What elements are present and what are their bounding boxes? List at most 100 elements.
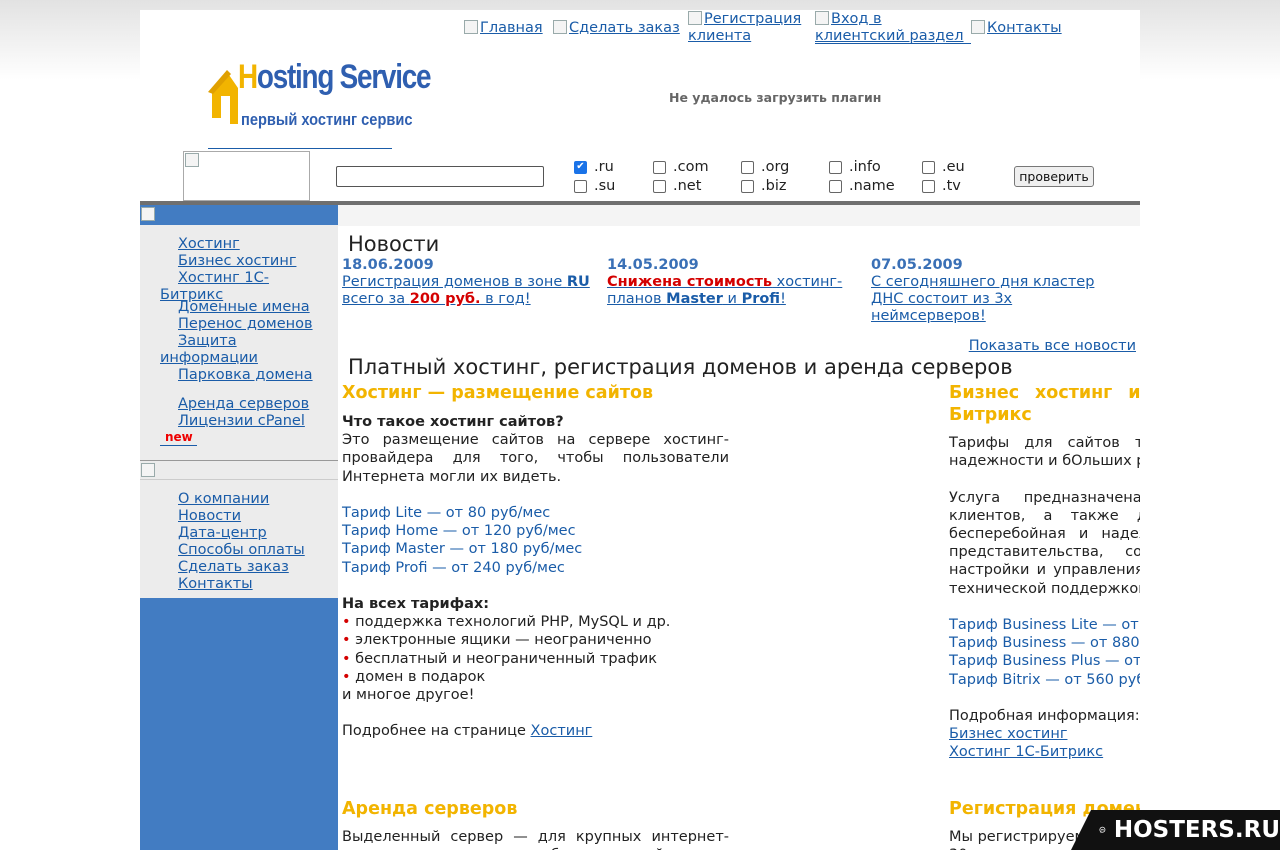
checkbox[interactable] [922,160,935,174]
tariff-line: Тариф Home — от 120 руб/мес [342,523,576,540]
site-logo[interactable]: Hosting Service первый хостинг сервис [208,54,432,149]
hosting-question: Что такое хостинг сайтов? [342,414,564,430]
nav-register-link[interactable]: Регистрация клиента [688,11,808,45]
checkbox[interactable] [653,179,666,193]
tariff-line: Тариф Business — от 880 руб/мес [949,635,1140,652]
sidebar-item-protection[interactable]: Защита информации [160,333,300,367]
sidebar-item-about[interactable]: О компании [160,491,332,508]
news-item: 14.05.2009 Снижена стоимость хостинг-пла… [607,257,857,308]
broken-image-icon [185,153,199,167]
news-link[interactable]: Снижена стоимость хостинг-планов Master … [607,274,842,307]
news-item: 18.06.2009 Регистрация доменов в зоне RU… [342,257,592,308]
hosting-description: Это размещение сайтов на сервере хостинг… [342,432,729,485]
tariff-line: Тариф Master — от 180 руб/мес [342,541,583,558]
domain-search-input[interactable] [336,166,544,187]
nav-order-link[interactable]: Сделать заказ [553,20,680,37]
tariff-line: Тариф Business Plus — от 1620 руб/мес [949,653,1140,670]
servers-text: Выделенный сервер — для крупных интернет… [342,829,729,850]
sidebar-item-datacenter[interactable]: Дата-центр [160,525,332,542]
checkbox[interactable] [574,179,587,193]
business-paragraph: Услуга предназначена для корпоративных к… [949,489,1140,597]
zone-checkbox-su[interactable]: .su [574,178,615,194]
checkbox[interactable] [653,160,666,174]
feature-item: • бесплатный и неограниченный трафик [342,650,658,667]
checkbox[interactable] [741,179,754,193]
feature-item: • поддержка технологий PHP, MySQL и др. [342,614,671,631]
hosting-section: Что такое хостинг сайтов? Это размещение… [342,413,729,741]
checkbox[interactable] [741,160,754,174]
sidebar: Хостинг Бизнес хостинг Хостинг 1С-Битрик… [140,205,338,850]
news-link[interactable]: Регистрация доменов в зоне RU всего за 2… [342,274,590,307]
logo-title: Hosting Service [238,58,432,96]
sidebar-item-domain-transfer[interactable]: Перенос доменов [160,316,332,333]
hosting-details: Подробнее на странице Хостинг [342,723,593,740]
business-paragraph: Тарифы для сайтов требующих повышенной н… [949,435,1140,470]
business-heading: Бизнес хостинг и хостинг для 1С-Битрикс [949,383,1140,425]
tariff-line: Тариф Business Lite — от 560 руб/мес [949,617,1140,634]
sidebar-item-news[interactable]: Новости [160,508,332,525]
news-item: 07.05.2009 С сегодняшнего дня кластер ДН… [871,257,1121,325]
sidebar-item-business-hosting[interactable]: Бизнес хостинг [160,253,332,270]
news-date: 14.05.2009 [607,257,699,273]
sidebar-header-image-2 [140,460,338,480]
nav-contacts-link[interactable]: Контакты [971,20,1062,37]
news-link[interactable]: С сегодняшнего дня кластер ДНС состоит и… [871,274,1094,324]
checkbox[interactable] [829,160,842,174]
broken-image-icon [553,20,567,34]
broken-image-icon [141,207,155,221]
sidebar-item-contacts[interactable]: Контакты [160,576,332,593]
check-domain-button[interactable]: проверить [1014,166,1094,187]
checkbox-checked-icon[interactable]: ✔ [574,160,587,174]
sidebar-item-payment[interactable]: Способы оплаты [160,542,332,559]
business-info: Подробная информация: [949,708,1140,725]
tariff-line: Тариф Profi — от 240 руб/мес [342,559,565,576]
zone-checkbox-net[interactable]: .net [653,178,701,194]
checkbox[interactable] [829,179,842,193]
news-date: 18.06.2009 [342,257,434,273]
features-title: На всех тарифах: [342,596,490,613]
all-news-link[interactable]: Показать все новости [969,338,1136,354]
chat-bubble-icon [1099,826,1106,834]
hosting-details-link[interactable]: Хостинг [531,723,593,739]
zone-checkbox-biz[interactable]: .biz [741,178,786,194]
zone-checkbox-tv[interactable]: .tv [922,178,961,194]
sidebar-item-parking[interactable]: Парковка домена [160,367,332,384]
news-date: 07.05.2009 [871,257,963,273]
sidebar-item-order[interactable]: Сделать заказ [160,559,332,576]
zone-checkbox-info[interactable]: .info [829,159,881,175]
nav-home-link[interactable]: Главная [464,20,543,37]
features-more: и многое другое! [342,687,475,704]
hosters-watermark: HOSTERS.RU [1071,810,1280,850]
zone-checkbox-com[interactable]: .com [653,159,709,175]
tariff-line: Тариф Lite — от 80 руб/мес [342,505,551,522]
zone-checkbox-name[interactable]: .name [829,178,895,194]
tariff-line: Тариф Bitrix — от 560 руб/мес [949,671,1140,688]
business-hosting-link[interactable]: Бизнес хостинг [949,726,1067,742]
house-logo-icon [208,70,238,124]
zone-checkbox-ru[interactable]: ✔ .ru [574,159,614,175]
zone-checkbox-org[interactable]: .org [741,159,789,175]
main-content: Новости 18.06.2009 Регистрация доменов в… [338,205,1140,850]
sidebar-item-servers[interactable]: Аренда серверов [160,396,332,413]
new-badge: new [160,430,197,446]
business-section: Тарифы для сайтов требующих повышенной н… [949,434,1140,762]
bullet-icon: • [342,632,351,649]
domain-banner-image [183,151,310,201]
nav-login-link[interactable]: Вход в клиентский раздел [815,11,975,45]
servers-section: Выделенный сервер — для крупных интернет… [342,828,729,850]
zone-checkbox-eu[interactable]: .eu [922,159,965,175]
bitrix-hosting-link[interactable]: Хостинг 1С-Битрикс [949,744,1103,760]
content-top-strip [338,205,1140,226]
sidebar-item-hosting[interactable]: Хостинг [160,236,332,253]
broken-image-icon [464,20,478,34]
sidebar-header-image [140,205,338,225]
servers-heading: Аренда серверов [342,799,518,819]
bullet-icon: • [342,614,351,631]
sidebar-item-cpanel[interactable]: Лицензии cPanel [160,413,332,430]
sidebar-item-domains[interactable]: Доменные имена [160,299,332,316]
feature-item: • домен в подарок [342,668,486,685]
logo-subtitle: первый хостинг сервис [241,110,413,129]
page: Главная Сделать заказ Регистрация клиент… [140,10,1140,850]
checkbox[interactable] [922,179,935,193]
plugin-error-message: Не удалось загрузить плагин [669,90,882,105]
